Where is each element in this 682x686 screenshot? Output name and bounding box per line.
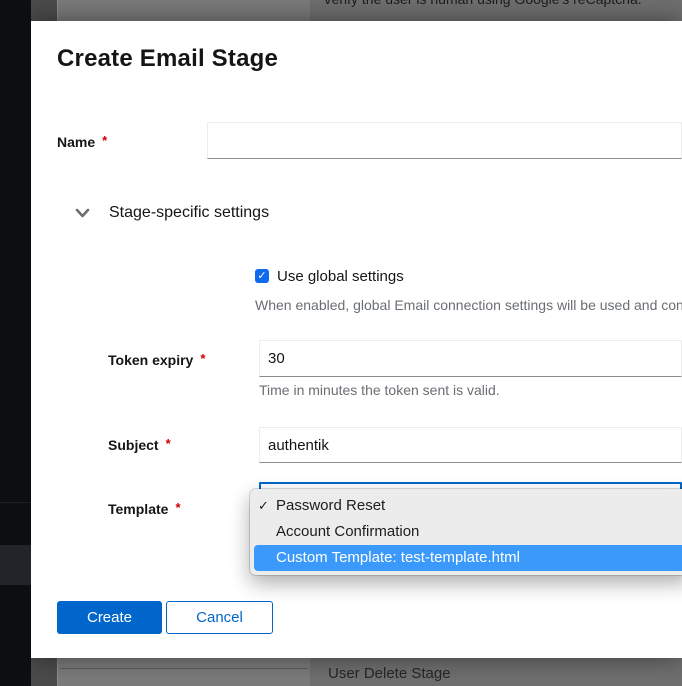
background-table-cell: [57, 658, 310, 686]
template-dropdown-menu: ✓ Password Reset Account Confirmation Cu…: [250, 489, 682, 575]
template-label: Template *: [108, 501, 181, 517]
menu-item-label: Password Reset: [276, 497, 385, 514]
modal-title: Create Email Stage: [57, 45, 278, 73]
sidebar-nav-item-dimmed: [0, 545, 31, 585]
required-asterisk: *: [102, 133, 107, 148]
subject-label-text: Subject: [108, 437, 159, 453]
token-expiry-help: Time in minutes the token sent is valid.: [259, 382, 682, 398]
use-global-settings-label[interactable]: Use global settings: [277, 268, 404, 285]
menu-item-account-confirmation[interactable]: Account Confirmation: [250, 519, 682, 545]
menu-item-label: Account Confirmation: [276, 523, 419, 540]
create-button[interactable]: Create: [57, 601, 162, 634]
sidebar-divider: [0, 502, 31, 503]
background-sidebar-edge: [31, 658, 57, 686]
app-sidebar-dimmed: [0, 0, 31, 686]
background-page-bottom: User Delete Stage: [31, 658, 682, 686]
token-expiry-label-text: Token expiry: [108, 352, 193, 368]
selected-check-icon: ✓: [258, 493, 274, 519]
use-global-settings-checkbox[interactable]: ✓: [255, 269, 269, 283]
token-expiry-label: Token expiry *: [108, 352, 205, 368]
stage-specific-settings-toggle[interactable]: Stage-specific settings: [75, 202, 269, 224]
menu-item-label: Custom Template: test-template.html: [276, 549, 520, 566]
required-asterisk: *: [200, 351, 205, 366]
checkbox-check-icon: ✓: [257, 271, 266, 282]
use-global-settings-help: When enabled, global Email connection se…: [255, 297, 682, 313]
template-label-text: Template: [108, 501, 168, 517]
chevron-down-icon: [75, 208, 90, 218]
subject-input[interactable]: [259, 427, 682, 463]
name-label: Name *: [57, 134, 107, 150]
required-asterisk: *: [166, 436, 171, 451]
group-header-label: Stage-specific settings: [109, 204, 269, 222]
name-input[interactable]: [207, 122, 682, 159]
token-expiry-input[interactable]: [259, 340, 682, 377]
background-sidebar-edge: [31, 0, 57, 21]
cancel-button[interactable]: Cancel: [166, 601, 273, 634]
name-label-text: Name: [57, 134, 95, 150]
menu-item-custom-template[interactable]: Custom Template: test-template.html: [254, 545, 682, 571]
background-user-delete-stage-text: User Delete Stage: [328, 665, 451, 682]
required-asterisk: *: [175, 500, 180, 515]
menu-item-password-reset[interactable]: ✓ Password Reset: [250, 493, 682, 519]
screen: Verify the user is human using Google's …: [0, 0, 682, 686]
background-page-top: Verify the user is human using Google's …: [31, 0, 682, 21]
background-table-cell: [57, 0, 310, 21]
subject-label: Subject *: [108, 437, 171, 453]
background-cell-border: [60, 668, 308, 669]
background-recaptcha-text: Verify the user is human using Google's …: [323, 0, 642, 7]
